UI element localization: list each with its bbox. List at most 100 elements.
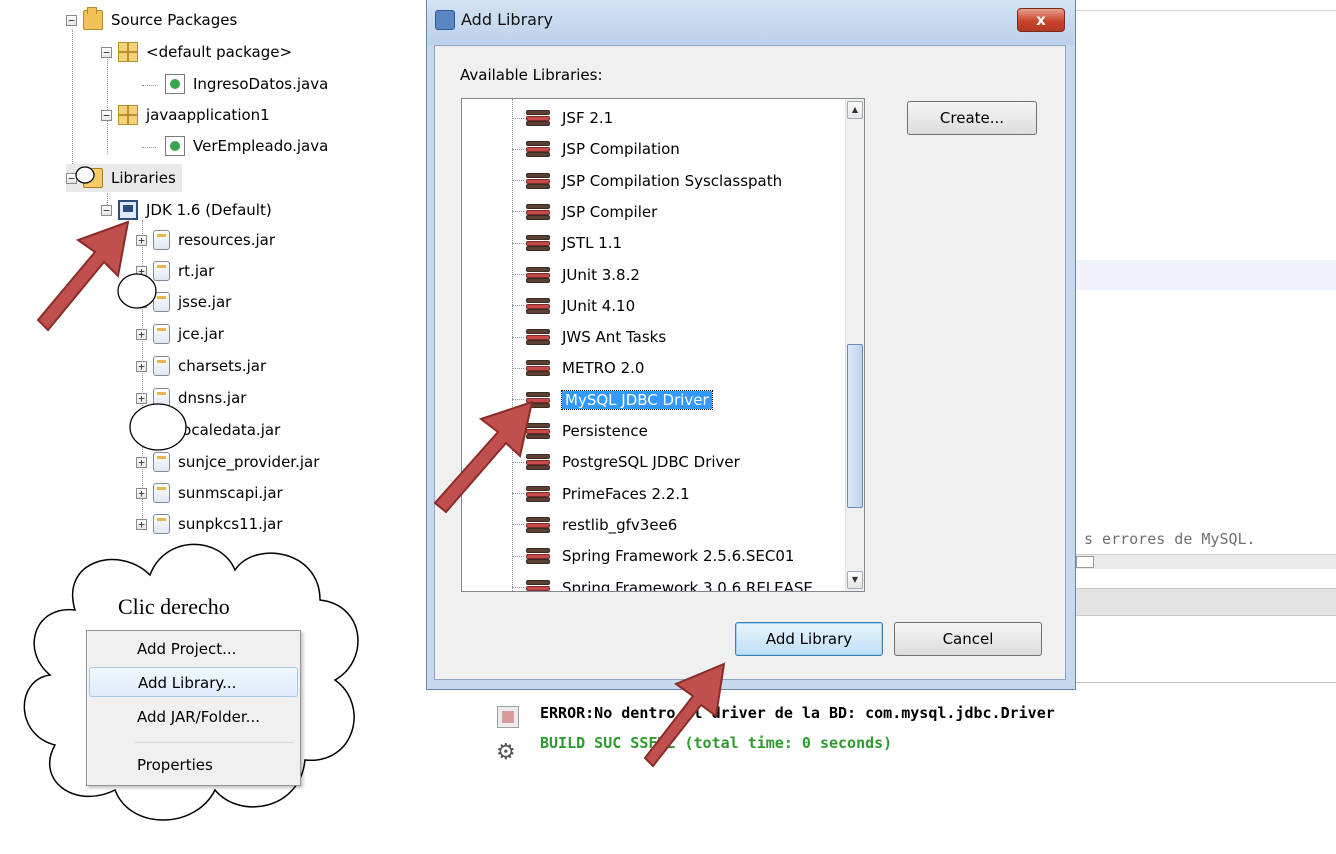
expand-icon[interactable]: + — [136, 518, 147, 530]
tree-node-libraries[interactable]: − Libraries — [66, 164, 182, 192]
library-item[interactable]: METRO 2.0 — [512, 353, 644, 383]
tree-node-jar[interactable]: + resources.jar — [136, 226, 275, 254]
library-item[interactable]: JSP Compilation Sysclasspath — [512, 166, 782, 196]
editor-scrollbar-thumb[interactable] — [1076, 556, 1094, 568]
java-file-icon — [165, 74, 185, 94]
tree-node-label: dnsns.jar — [178, 389, 247, 407]
jar-icon — [153, 324, 170, 344]
library-item[interactable]: JUnit 3.8.2 — [512, 260, 640, 290]
tree-node-jar[interactable]: + jsse.jar — [136, 288, 231, 316]
library-item-label: MySQL JDBC Driver — [561, 389, 713, 410]
jar-icon — [153, 356, 170, 376]
expand-icon[interactable]: + — [136, 424, 147, 436]
tree-node-label: jce.jar — [178, 325, 224, 343]
menu-separator — [135, 742, 293, 743]
tree-node-verempleado[interactable]: VerEmpleado.java — [165, 132, 328, 160]
library-item[interactable]: JUnit 4.10 — [512, 291, 635, 321]
library-item[interactable]: JSTL 1.1 — [512, 228, 622, 258]
tree-connector — [142, 147, 156, 148]
editor-horizontal-scrollbar[interactable] — [1076, 554, 1336, 569]
dialog-title-bar[interactable]: Add Library x — [427, 0, 1075, 45]
library-item-label: restlib_gfv3ee6 — [562, 515, 678, 534]
add-library-button[interactable]: Add Library — [735, 622, 883, 656]
create-button[interactable]: Create... — [907, 101, 1037, 135]
tree-node-jar[interactable]: + rt.jar — [136, 257, 214, 285]
library-icon — [526, 516, 550, 534]
tree-node-jar[interactable]: + sunpkcs11.jar — [136, 510, 282, 538]
tree-node-jar[interactable]: + localedata.jar — [136, 416, 280, 444]
collapse-icon[interactable]: − — [101, 109, 112, 121]
tree-node-jar[interactable]: + jce.jar — [136, 320, 224, 348]
tree-node-source-packages[interactable]: − Source Packages — [66, 6, 237, 34]
library-item[interactable]: JSF 2.1 — [512, 103, 613, 133]
tree-node-jar[interactable]: + dnsns.jar — [136, 384, 246, 412]
cancel-button[interactable]: Cancel — [894, 622, 1042, 656]
collapse-icon[interactable]: − — [101, 204, 112, 216]
library-item[interactable]: Spring Framework 3.0.6.RELEASE — [512, 573, 813, 592]
menu-item-add-jar-folder[interactable]: Add JAR/Folder... — [89, 702, 298, 732]
expand-icon[interactable]: + — [136, 487, 147, 499]
library-item[interactable]: PostgreSQL JDBC Driver — [512, 447, 740, 477]
menu-item-properties[interactable]: Properties — [89, 750, 298, 780]
list-connector — [512, 461, 524, 463]
tree-node-label: charsets.jar — [178, 357, 267, 375]
library-item-label: JUnit 4.10 — [562, 296, 636, 315]
library-item[interactable]: JSP Compilation — [512, 134, 680, 164]
list-connector — [512, 336, 524, 338]
tree-node-jar[interactable]: + sunjce_provider.jar — [136, 448, 319, 476]
list-connector — [512, 180, 524, 182]
jar-icon — [153, 388, 170, 408]
library-item-label: JSP Compilation — [562, 140, 680, 159]
expand-icon[interactable]: + — [136, 456, 147, 468]
tree-node-jar[interactable]: + charsets.jar — [136, 352, 266, 380]
collapse-icon[interactable]: − — [66, 172, 77, 184]
list-connector — [512, 587, 524, 588]
list-connector — [512, 117, 524, 119]
library-item[interactable]: PrimeFaces 2.2.1 — [512, 479, 690, 509]
tools-icon[interactable]: ⚙ — [496, 740, 516, 765]
library-item[interactable]: MySQL JDBC Driver — [512, 385, 713, 415]
library-item-label: JSP Compiler — [562, 202, 658, 221]
scroll-down-icon[interactable]: ▼ — [847, 571, 863, 589]
jar-icon — [153, 514, 170, 534]
library-icon — [526, 359, 550, 377]
collapse-icon[interactable]: − — [101, 46, 112, 58]
library-icon — [526, 579, 550, 591]
tree-node-label: IngresoDatos.java — [193, 75, 329, 93]
tree-node-ingresodatos[interactable]: IngresoDatos.java — [165, 70, 328, 98]
list-connector — [512, 305, 524, 307]
library-list[interactable]: JSF 2.1 JSP Compilation JSP Compilation Sy… — [461, 98, 865, 592]
library-item[interactable]: Persistence — [512, 416, 648, 446]
close-button[interactable]: x — [1017, 8, 1065, 32]
tree-node-javaapplication1[interactable]: − javaapplication1 — [101, 101, 270, 129]
expand-icon[interactable]: + — [136, 392, 147, 404]
library-item[interactable]: Spring Framework 2.5.6.SEC01 — [512, 541, 794, 571]
menu-item-add-project[interactable]: Add Project... — [89, 634, 298, 664]
scroll-thumb[interactable] — [847, 344, 863, 508]
expand-icon[interactable]: + — [136, 360, 147, 372]
library-icon — [526, 453, 550, 471]
library-item-label: JUnit 3.8.2 — [562, 265, 640, 284]
library-item-label: JSTL 1.1 — [562, 234, 623, 253]
library-item-label: Spring Framework 3.0.6.RELEASE — [562, 578, 813, 592]
stop-icon[interactable] — [497, 706, 519, 728]
tree-node-label: jsse.jar — [178, 293, 232, 311]
expand-icon[interactable]: + — [136, 265, 147, 277]
expand-icon[interactable]: + — [136, 234, 147, 246]
tree-node-jar[interactable]: + sunmscapi.jar — [136, 479, 283, 507]
collapse-icon[interactable]: − — [66, 14, 77, 26]
library-item[interactable]: restlib_gfv3ee6 — [512, 510, 677, 540]
tree-node-label: Libraries — [111, 169, 176, 187]
library-list-scrollbar[interactable]: ▲ ▼ — [845, 99, 864, 591]
tree-node-jdk[interactable]: − JDK 1.6 (Default) — [101, 196, 272, 224]
library-item[interactable]: JWS Ant Tasks — [512, 322, 666, 352]
library-icon — [526, 391, 550, 409]
library-item[interactable]: JSP Compiler — [512, 197, 657, 227]
menu-item-add-library[interactable]: Add Library... — [89, 667, 298, 697]
expand-icon[interactable]: + — [136, 296, 147, 308]
tree-node-default-package[interactable]: − <default package> — [101, 38, 292, 66]
scroll-up-icon[interactable]: ▲ — [847, 101, 863, 119]
library-icon — [526, 172, 550, 190]
expand-icon[interactable]: + — [136, 328, 147, 340]
output-window-header — [1076, 640, 1336, 683]
